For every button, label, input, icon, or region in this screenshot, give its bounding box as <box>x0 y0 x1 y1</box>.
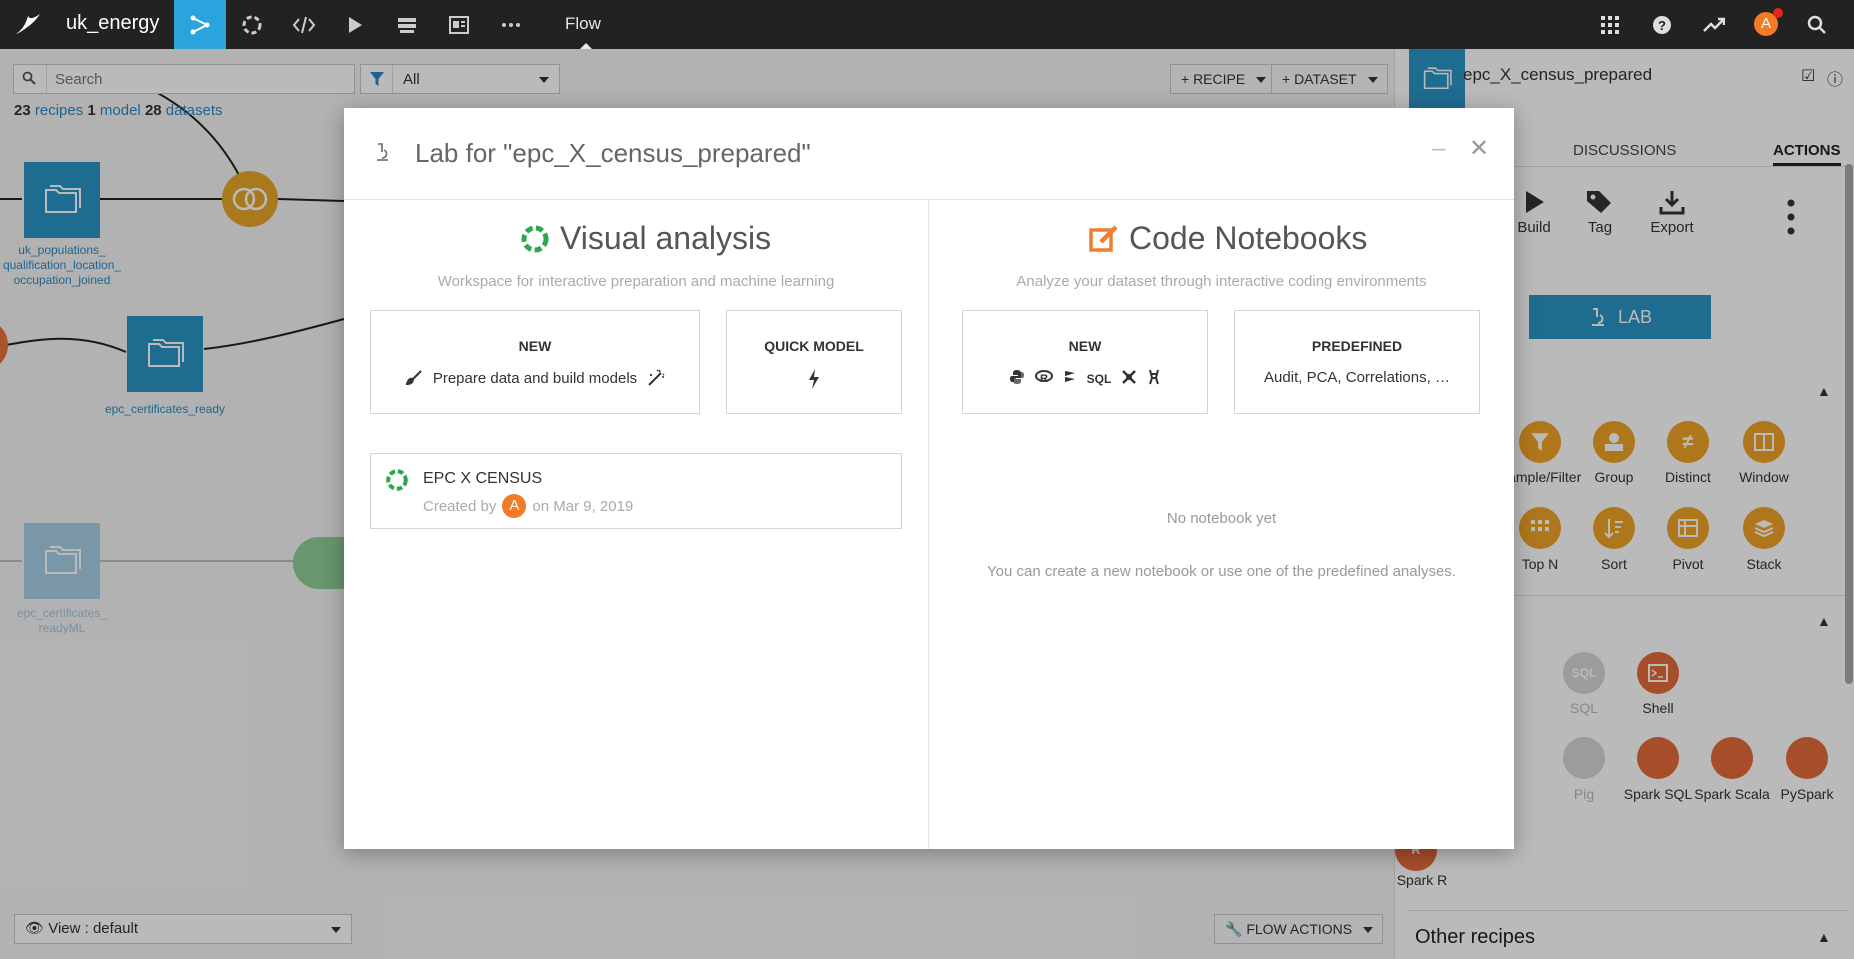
modal-title: Lab for "epc_X_census_prepared" <box>415 138 811 168</box>
new-visual-analysis-card[interactable]: NEW Prepare data and build models <box>370 310 700 414</box>
project-name[interactable]: uk_energy <box>66 12 159 35</box>
analysis-nav-icon[interactable] <box>226 0 278 49</box>
svg-text:R: R <box>1040 373 1048 384</box>
search-icon[interactable] <box>1791 0 1843 49</box>
more-nav-icon[interactable] <box>485 0 537 49</box>
quick-model-card[interactable]: QUICK MODEL <box>726 310 902 414</box>
empty-state-message: You can create a new notebook or use one… <box>987 563 1456 580</box>
flow-nav-icon[interactable] <box>174 0 226 49</box>
apps-grid-icon[interactable] <box>1584 0 1636 49</box>
microscope-icon <box>374 142 390 167</box>
magic-wand-icon <box>648 369 665 386</box>
card-description: Audit, PCA, Correlations, … <box>1264 369 1450 386</box>
visual-analysis-icon <box>521 225 549 252</box>
modal-header: Lab for "epc_X_census_prepared" – ✕ <box>344 108 1514 200</box>
visual-analysis-heading: Visual analysis <box>520 220 771 257</box>
minimize-icon[interactable]: – <box>1432 135 1445 163</box>
visual-analysis-icon <box>386 469 408 491</box>
close-icon[interactable]: ✕ <box>1469 134 1489 163</box>
visual-analysis-subtitle: Workspace for interactive preparation an… <box>437 273 835 290</box>
notebook-edit-icon <box>1089 224 1118 252</box>
help-icon[interactable]: ? <box>1636 0 1688 49</box>
code-nav-icon[interactable] <box>278 0 330 49</box>
card-description: Prepare data and build models <box>371 369 699 387</box>
scala-icon <box>1063 369 1077 388</box>
code-notebooks-heading: Code Notebooks <box>1089 220 1367 257</box>
brush-icon <box>405 370 422 386</box>
analysis-list-item[interactable]: EPC X CENSUS Created by A on Mar 9, 2019 <box>370 453 902 529</box>
activity-trend-icon[interactable] <box>1688 0 1740 49</box>
jobs-play-icon[interactable] <box>329 0 381 49</box>
empty-state-title: No notebook yet <box>1166 510 1277 527</box>
notification-dot <box>1773 8 1783 18</box>
notebook-language-icons: R SQL <box>963 369 1207 388</box>
card-title: PREDEFINED <box>1311 338 1403 354</box>
dashboard-nav-icon[interactable] <box>433 0 485 49</box>
card-title: NEW <box>518 338 552 354</box>
sql-icon: SQL <box>1086 371 1112 386</box>
new-notebook-card[interactable]: NEW R SQL <box>962 310 1208 414</box>
predefined-notebooks-card[interactable]: PREDEFINED Audit, PCA, Correlations, … <box>1234 310 1480 414</box>
lab-modal: Lab for "epc_X_census_prepared" – ✕ Visu… <box>344 108 1514 849</box>
user-avatar[interactable]: A <box>1754 8 1783 36</box>
svg-text:?: ? <box>1658 18 1666 33</box>
analysis-meta: Created by A on Mar 9, 2019 <box>423 494 633 518</box>
code-notebooks-subtitle: Analyze your dataset through interactive… <box>1016 273 1427 290</box>
current-view-label[interactable]: Flow <box>565 14 601 34</box>
dataiku-bird-logo-icon[interactable] <box>12 8 44 40</box>
deer-icon <box>1147 369 1161 388</box>
top-navbar: uk_energy Flow ? A <box>0 0 1854 49</box>
deploy-nav-icon[interactable] <box>381 0 433 49</box>
card-title: QUICK MODEL <box>764 338 864 354</box>
spark-icon <box>1121 369 1137 388</box>
avatar: A <box>502 494 527 518</box>
card-title: NEW <box>1068 338 1102 354</box>
r-language-icon: R <box>1034 370 1053 387</box>
python-icon <box>1009 369 1025 388</box>
lightning-icon <box>727 369 901 389</box>
analysis-name[interactable]: EPC X CENSUS <box>423 470 542 488</box>
